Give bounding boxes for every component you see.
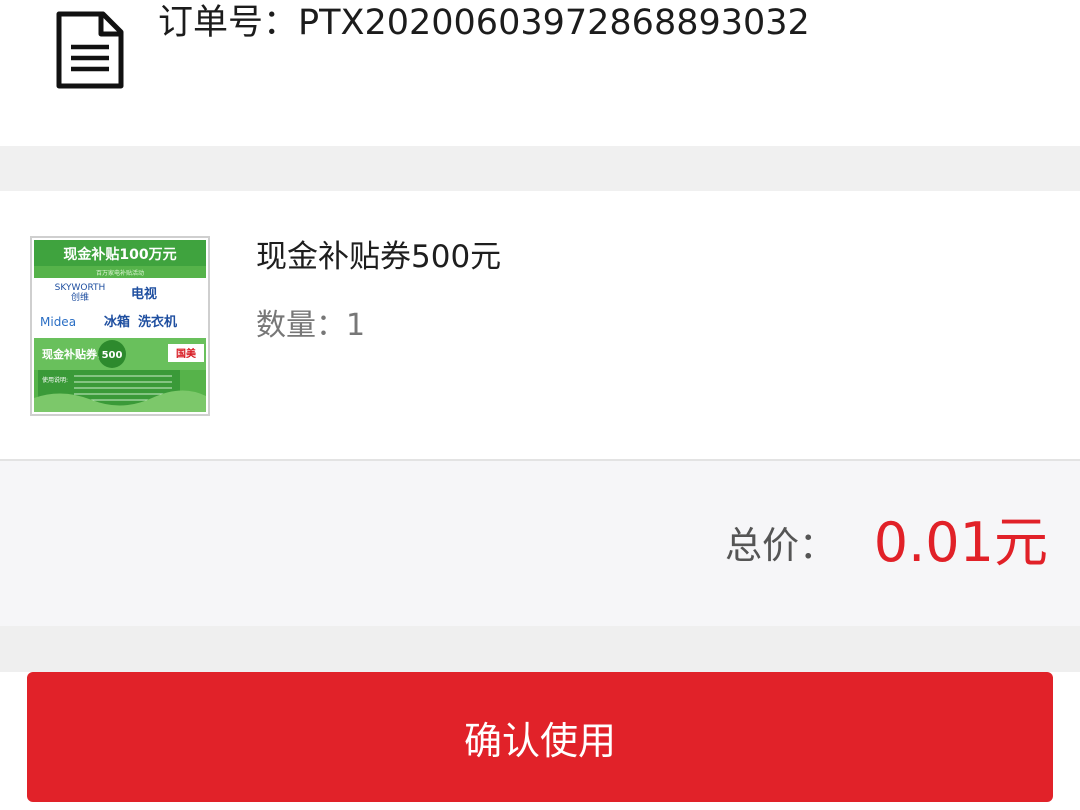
section-divider (0, 146, 1080, 191)
thumb-brand1: SKYWORTH (55, 283, 106, 293)
thumb-banner-text: 现金补贴100万元 (63, 246, 176, 263)
thumb-product3: 洗衣机 (138, 314, 177, 330)
section-divider-bottom (0, 626, 1080, 672)
order-number: 订单号：PTX20200603972868893032 (158, 3, 810, 43)
order-section: 订单号：PTX20200603972868893032 (0, 0, 1080, 146)
thumb-subline: 百万家电补贴活动 (96, 269, 144, 277)
thumb-product1: 电视 (131, 286, 157, 302)
thumb-brand2: Midea (40, 315, 76, 329)
item-quantity: 数量：1 (256, 308, 366, 343)
total-price: 0.01元 (873, 511, 1048, 574)
coupon-image: 现金补贴100万元 百万家电补贴活动 SKYWORTH 创维 电视 Midea … (32, 238, 208, 414)
thumb-product2: 冰箱 (104, 314, 130, 330)
document-icon (56, 11, 124, 89)
item-card: 现金补贴100万元 百万家电补贴活动 SKYWORTH 创维 电视 Midea … (0, 191, 1080, 461)
confirm-use-button[interactable]: 确认使用 (27, 672, 1053, 802)
thumb-store-logo: 国美 (176, 347, 197, 360)
total-label: 总价： (725, 524, 836, 567)
thumb-usage-label: 使用说明: (42, 376, 68, 384)
total-section: 总价： 0.01元 (0, 461, 1080, 626)
item-name: 现金补贴券500元 (256, 239, 502, 275)
product-thumbnail: 现金补贴100万元 百万家电补贴活动 SKYWORTH 创维 电视 Midea … (30, 236, 210, 416)
thumb-brand1-cn: 创维 (71, 291, 89, 303)
thumb-coupon-text: 现金补贴券: (42, 347, 101, 361)
thumb-coupon-value: 500 (102, 350, 123, 361)
